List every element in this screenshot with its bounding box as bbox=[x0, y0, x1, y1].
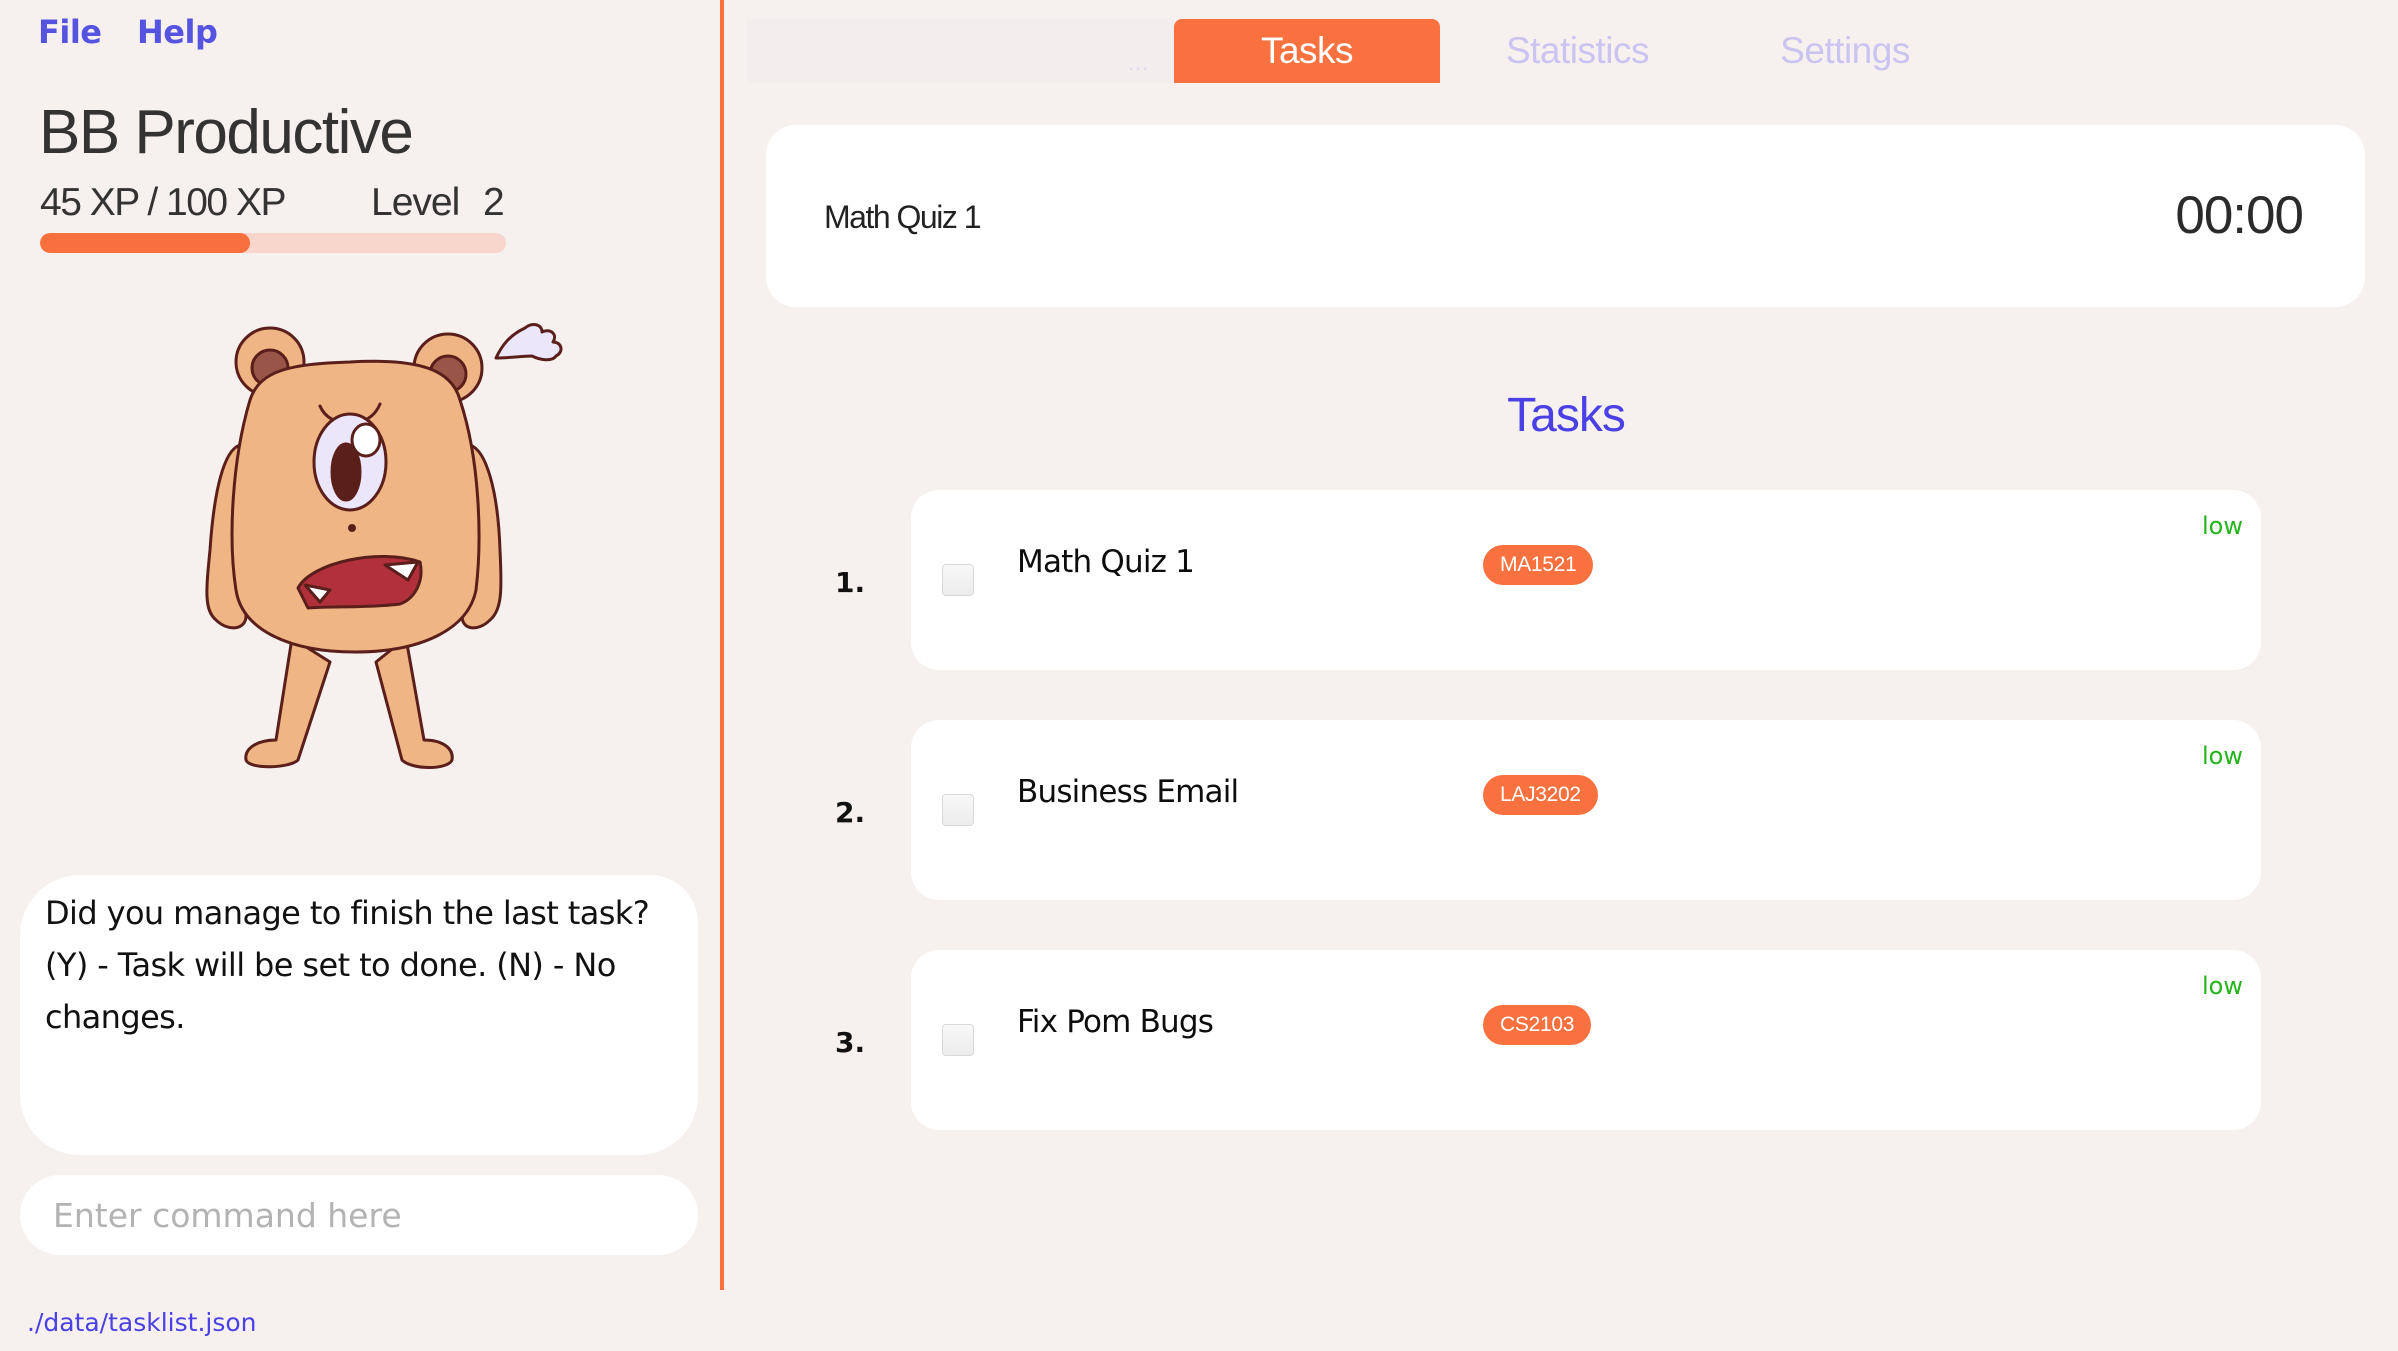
tab-statistics[interactable]: Statistics bbox=[1490, 19, 1665, 83]
panel-divider bbox=[720, 0, 724, 1290]
timer-task-name: Math Quiz 1 bbox=[824, 199, 982, 235]
task-tag-badge: CS2103 bbox=[1483, 1005, 1592, 1045]
task-checkbox[interactable] bbox=[942, 794, 974, 826]
app-title: BB Productive bbox=[39, 98, 414, 167]
task-card[interactable]: Business Email LAJ3202 low bbox=[911, 720, 2261, 900]
xp-progress-fill bbox=[40, 233, 250, 253]
command-input[interactable] bbox=[20, 1175, 698, 1255]
tab-track bbox=[747, 19, 1174, 83]
task-row: 2. Business Email LAJ3202 low bbox=[800, 720, 2261, 900]
response-box: Did you manage to finish the last task? … bbox=[20, 875, 698, 1155]
response-text: Did you manage to finish the last task? … bbox=[45, 894, 650, 1036]
task-priority: low bbox=[2202, 512, 2243, 540]
task-row: 3. Fix Pom Bugs CS2103 low bbox=[800, 950, 2261, 1130]
xp-text: 45 XP / 100 XP bbox=[40, 181, 286, 224]
task-row: 1. Math Quiz 1 MA1521 low bbox=[800, 490, 2261, 670]
task-index: 3. bbox=[835, 1026, 866, 1059]
task-checkbox[interactable] bbox=[942, 564, 974, 596]
level-label: Level bbox=[371, 181, 460, 224]
timer-value: 00:00 bbox=[2175, 186, 2304, 245]
menu-file[interactable]: File bbox=[38, 10, 102, 54]
task-card[interactable]: Math Quiz 1 MA1521 low bbox=[911, 490, 2261, 670]
task-name: Business Email bbox=[1017, 774, 1239, 810]
task-list-heading: Tasks bbox=[1507, 389, 1626, 442]
task-tag-badge: LAJ3202 bbox=[1483, 775, 1598, 815]
task-name: Fix Pom Bugs bbox=[1017, 1004, 1214, 1040]
tab-tasks[interactable]: Tasks bbox=[1174, 19, 1440, 83]
menu-help[interactable]: Help bbox=[137, 10, 218, 54]
task-tag-badge: MA1521 bbox=[1483, 545, 1594, 585]
level-value: 2 bbox=[483, 181, 505, 224]
task-index: 2. bbox=[835, 796, 866, 829]
storage-path: ./data/tasklist.json bbox=[27, 1308, 257, 1337]
task-card[interactable]: Fix Pom Bugs CS2103 low bbox=[911, 950, 2261, 1130]
tab-settings[interactable]: Settings bbox=[1765, 19, 1925, 83]
task-priority: low bbox=[2202, 742, 2243, 770]
mascot-monster-icon bbox=[205, 323, 563, 769]
timer-card: Math Quiz 1 00:00 bbox=[766, 125, 2365, 307]
tab-overflow-icon[interactable]: ... bbox=[1128, 52, 1149, 74]
task-index: 1. bbox=[835, 566, 866, 599]
xp-progress-bar bbox=[40, 233, 506, 253]
task-checkbox[interactable] bbox=[942, 1024, 974, 1056]
task-priority: low bbox=[2202, 972, 2243, 1000]
task-name: Math Quiz 1 bbox=[1017, 544, 1195, 580]
